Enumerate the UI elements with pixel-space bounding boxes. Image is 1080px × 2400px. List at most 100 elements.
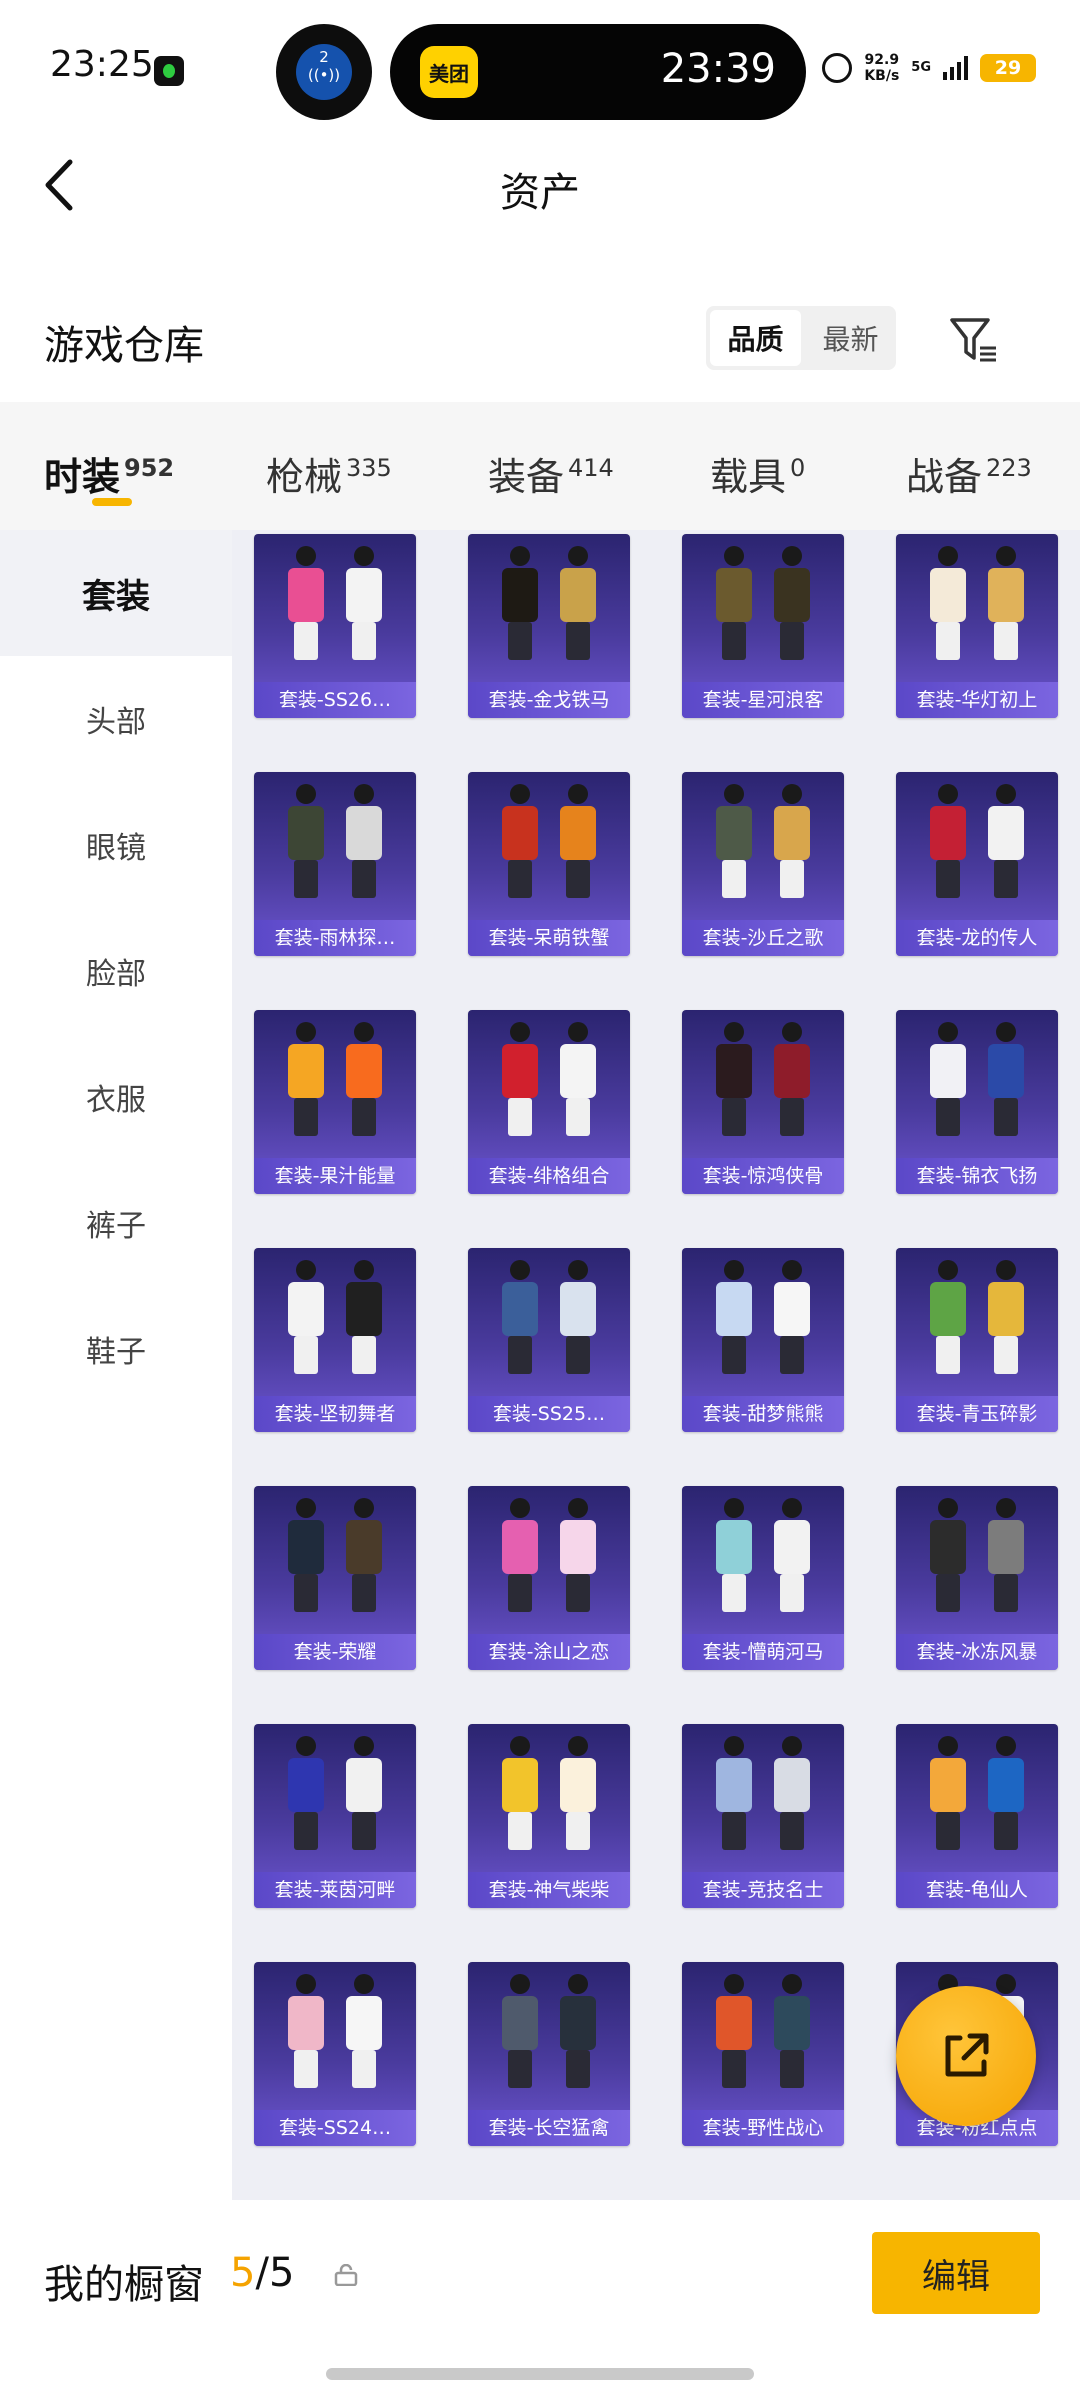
status-indicators: 92.9 KB/s 5G 29 — [822, 52, 1036, 84]
outfit-image — [288, 1260, 382, 1374]
island-time: 23:39 — [660, 46, 776, 92]
item-card[interactable]: 套装-果汁能量 — [254, 1010, 416, 1194]
tab-equipment[interactable]: 装备 414 — [488, 446, 614, 501]
item-card[interactable]: 套装-SS26… — [254, 534, 416, 718]
outfit-image — [502, 1022, 596, 1136]
broadcast-icon: 2 ((•)) — [296, 44, 352, 100]
category-tabs: 时装 952 枪械 335 装备 414 载具 0 战备 223 — [0, 402, 1080, 530]
item-card[interactable]: 套装-SS25… — [468, 1248, 630, 1432]
network-type: 5G — [911, 60, 931, 75]
side-item-glasses[interactable]: 眼镜 — [0, 782, 232, 908]
sort-option-newest[interactable]: 最新 — [805, 306, 896, 370]
item-card[interactable]: 套装-冰冻风暴 — [896, 1486, 1058, 1670]
outfit-image — [930, 1498, 1024, 1612]
sort-option-quality[interactable]: 品质 — [710, 310, 801, 366]
outfit-image — [716, 1260, 810, 1374]
item-card[interactable]: 套装-龟仙人 — [896, 1724, 1058, 1908]
item-card[interactable]: 套装-沙丘之歌 — [682, 772, 844, 956]
item-card-label: 套装-SS24… — [254, 2110, 416, 2146]
side-item-face[interactable]: 脸部 — [0, 908, 232, 1034]
item-card[interactable]: 套装-呆萌铁蟹 — [468, 772, 630, 956]
item-card-label: 套装-惊鸿侠骨 — [682, 1158, 844, 1194]
item-card[interactable]: 套装-长空猛禽 — [468, 1962, 630, 2146]
outfit-image — [502, 1260, 596, 1374]
item-card-label: 套装-荣耀 — [254, 1634, 416, 1670]
page-title: 资产 — [500, 170, 580, 216]
outfit-image — [288, 1736, 382, 1850]
filter-icon[interactable] — [948, 314, 1000, 366]
home-indicator[interactable] — [326, 2368, 754, 2380]
item-card-label: 套装-绯格组合 — [468, 1158, 630, 1194]
outfit-image — [930, 1260, 1024, 1374]
battery-level: 29 — [980, 54, 1036, 82]
sort-toggle: 品质 最新 — [706, 306, 896, 370]
item-card[interactable]: 套装-荣耀 — [254, 1486, 416, 1670]
side-item-head[interactable]: 头部 — [0, 656, 232, 782]
item-card-label: 套装-神气柴柴 — [468, 1872, 630, 1908]
edit-button[interactable]: 编辑 — [872, 2232, 1040, 2314]
item-card-label: 套装-野性战心 — [682, 2110, 844, 2146]
tab-vehicles[interactable]: 载具 0 — [710, 446, 805, 501]
signal-icon — [943, 56, 968, 80]
item-card[interactable]: 套装-懵萌河马 — [682, 1486, 844, 1670]
item-card-label: 套装-沙丘之歌 — [682, 920, 844, 956]
badge-number: 2 — [319, 48, 329, 66]
active-tab-indicator — [92, 498, 132, 506]
lock-icon — [334, 2264, 358, 2286]
tab-supplies[interactable]: 战备 223 — [906, 446, 1032, 501]
meituan-logo: 美团 — [420, 46, 478, 98]
side-item-pants[interactable]: 裤子 — [0, 1160, 232, 1286]
item-card[interactable]: 套装-华灯初上 — [896, 534, 1058, 718]
side-item-suit[interactable]: 套装 — [0, 530, 232, 656]
item-card[interactable]: 套装-竞技名士 — [682, 1724, 844, 1908]
item-card-label: 套装-锦衣飞扬 — [896, 1158, 1058, 1194]
item-card[interactable]: 套装-星河浪客 — [682, 534, 844, 718]
item-card[interactable]: 套装-龙的传人 — [896, 772, 1058, 956]
side-item-shoes[interactable]: 鞋子 — [0, 1286, 232, 1412]
item-card-label: 套装-懵萌河马 — [682, 1634, 844, 1670]
outfit-image — [502, 1498, 596, 1612]
warehouse-title: 游戏仓库 — [44, 323, 204, 369]
item-card-label: 套装-SS25… — [468, 1396, 630, 1432]
dynamic-island[interactable]: 美团 23:39 — [390, 24, 806, 120]
item-card[interactable]: 套装-惊鸿侠骨 — [682, 1010, 844, 1194]
item-card[interactable]: 套装-青玉碎影 — [896, 1248, 1058, 1432]
item-card-label: 套装-长空猛禽 — [468, 2110, 630, 2146]
item-card[interactable]: 套装-雨林探… — [254, 772, 416, 956]
share-button[interactable] — [896, 1986, 1036, 2126]
item-card[interactable]: 套装-锦衣飞扬 — [896, 1010, 1058, 1194]
item-card[interactable]: 套装-绯格组合 — [468, 1010, 630, 1194]
item-card[interactable]: 套装-莱茵河畔 — [254, 1724, 416, 1908]
item-card[interactable]: 套装-野性战心 — [682, 1962, 844, 2146]
outfit-image — [716, 1736, 810, 1850]
item-card-label: 套装-果汁能量 — [254, 1158, 416, 1194]
item-card-label: 套装-金戈铁马 — [468, 682, 630, 718]
item-card-label: 套装-冰冻风暴 — [896, 1634, 1058, 1670]
tab-fashion[interactable]: 时装 952 — [44, 446, 174, 501]
side-nav: 套装 头部 眼镜 脸部 衣服 裤子 鞋子 — [0, 530, 232, 2200]
item-card-label: 套装-星河浪客 — [682, 682, 844, 718]
status-time: 23:25 — [50, 44, 154, 85]
side-item-clothes[interactable]: 衣服 — [0, 1034, 232, 1160]
item-card[interactable]: 套装-坚韧舞者 — [254, 1248, 416, 1432]
showcase-count: 5/5 — [230, 2250, 295, 2296]
alarm-icon — [822, 53, 853, 83]
item-card-label: 套装-莱茵河畔 — [254, 1872, 416, 1908]
tab-guns[interactable]: 枪械 335 — [266, 446, 392, 501]
outfit-image — [288, 1974, 382, 2088]
outfit-image — [288, 1498, 382, 1612]
item-card[interactable]: 套装-涂山之恋 — [468, 1486, 630, 1670]
outfit-image — [502, 546, 596, 660]
item-card[interactable]: 套装-金戈铁马 — [468, 534, 630, 718]
item-card[interactable]: 套装-神气柴柴 — [468, 1724, 630, 1908]
live-activity-badge[interactable]: 2 ((•)) — [276, 24, 372, 120]
item-card[interactable]: 套装-SS24… — [254, 1962, 416, 2146]
outfit-image — [930, 1736, 1024, 1850]
item-card[interactable]: 套装-甜梦熊熊 — [682, 1248, 844, 1432]
chevron-left-icon[interactable] — [40, 158, 80, 212]
outfit-image — [502, 1974, 596, 2088]
outfit-image — [930, 546, 1024, 660]
outfit-image — [930, 1022, 1024, 1136]
item-card-label: 套装-华灯初上 — [896, 682, 1058, 718]
item-card-label: 套装-呆萌铁蟹 — [468, 920, 630, 956]
